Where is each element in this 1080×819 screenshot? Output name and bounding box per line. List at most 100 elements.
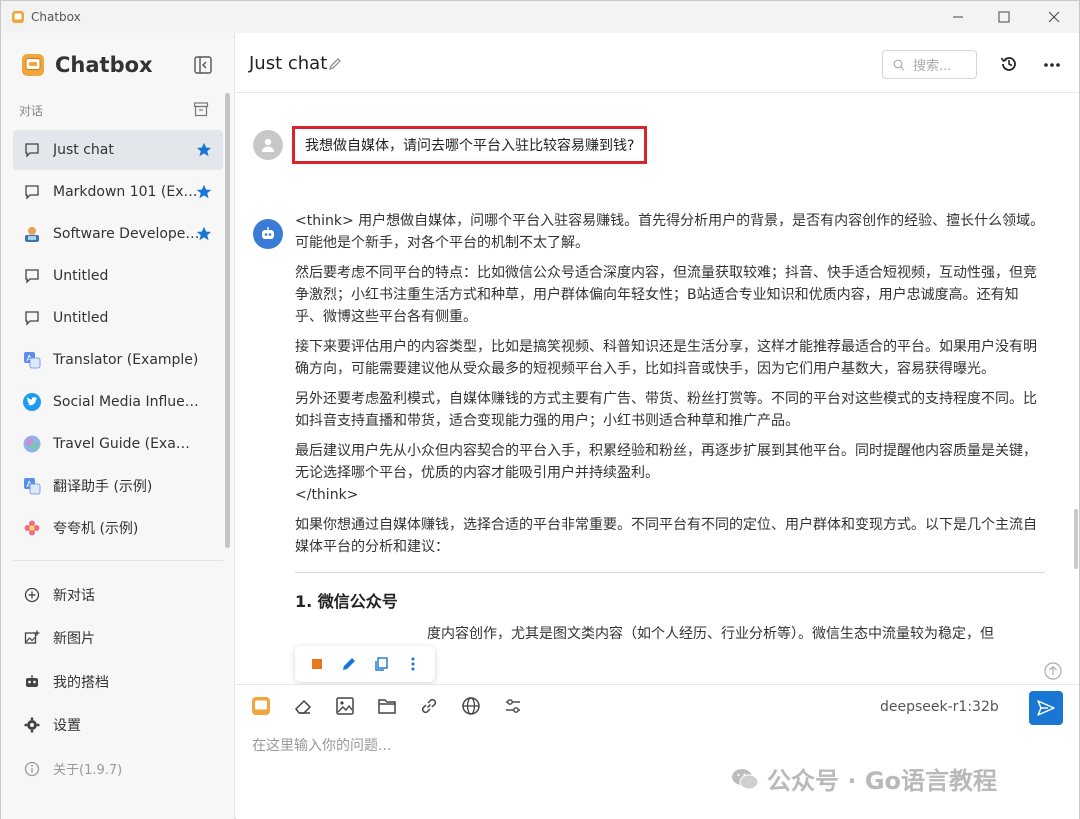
web-search-button[interactable] bbox=[460, 695, 482, 717]
divider bbox=[13, 560, 223, 561]
user-message: 我想做自媒体，请问去哪个平台入驻比较容易赚到钱? bbox=[292, 126, 648, 164]
user-avatar bbox=[253, 130, 283, 160]
app-window: Chatbox Chatbox 对话 Just chat Markdown 10… bbox=[0, 0, 1080, 819]
new-image-button[interactable]: 新图片 bbox=[13, 617, 223, 661]
link-button[interactable] bbox=[418, 695, 440, 717]
sidebar-scrollbar[interactable] bbox=[225, 93, 230, 548]
chat-header: Just chat 搜索... bbox=[236, 33, 1079, 93]
star-icon[interactable] bbox=[195, 141, 213, 159]
sidebar-item-markdown-101[interactable]: Markdown 101 (Example) bbox=[13, 172, 223, 212]
sidebar-item-software-developer[interactable]: Software Developer (Example) bbox=[13, 214, 223, 254]
window-title: Chatbox bbox=[31, 10, 81, 24]
maximize-icon bbox=[998, 11, 1010, 23]
sidebar-item-just-chat[interactable]: Just chat bbox=[13, 130, 223, 170]
assistant-paragraph: 度内容创作，尤其是图文类内容（如个人经历、行业分析等）。微信生态中流量较为稳定，… bbox=[427, 626, 994, 642]
sidebar-item-label: Travel Guide (Example) bbox=[53, 436, 203, 452]
about-label: 关于(1.9.7) bbox=[53, 763, 123, 779]
image-plus-icon bbox=[24, 630, 40, 644]
sidebar-actions: 新对话 新图片 我的搭档 设置 关于(1.9.7) bbox=[13, 573, 223, 791]
sidebar-item-label: Software Developer (Example) bbox=[53, 226, 203, 242]
assistant-paragraph: 最后建议用户先从小众但内容契合的平台入手，积累经验和粉丝，再逐步扩展到其他平台。… bbox=[295, 443, 1037, 481]
chat-bubble-icon bbox=[25, 143, 39, 158]
about-button[interactable]: 关于(1.9.7) bbox=[13, 747, 223, 791]
scroll-up-icon[interactable] bbox=[1044, 662, 1062, 680]
pencil-icon bbox=[343, 658, 355, 670]
partner-button[interactable] bbox=[250, 695, 272, 717]
search-input[interactable]: 搜索... bbox=[882, 50, 977, 79]
message-list: 我想做自媒体，请问去哪个平台入驻比较容易赚到钱? <think> 用户想做自媒体… bbox=[236, 94, 1079, 684]
robot-icon bbox=[26, 674, 38, 687]
section-label: 对话 bbox=[19, 104, 44, 118]
plus-circle-icon bbox=[24, 587, 40, 602]
chat-bubble-icon bbox=[25, 269, 39, 284]
settings-sliders-button[interactable] bbox=[502, 695, 524, 717]
globe-icon bbox=[462, 697, 480, 715]
image-button[interactable] bbox=[334, 695, 356, 717]
search-icon bbox=[893, 59, 905, 70]
sidebar-item-translation-assistant[interactable]: A 翻译助手 (示例) bbox=[13, 466, 223, 506]
chat-title: Just chat bbox=[249, 53, 328, 74]
archive-icon[interactable] bbox=[193, 101, 209, 117]
star-icon[interactable] bbox=[195, 225, 213, 243]
twitter-avatar-icon bbox=[23, 393, 41, 411]
my-partners-label: 我的搭档 bbox=[53, 674, 109, 691]
assistant-paragraph: 接下来要评估用户的内容类型，比如是搞笑视频、科普知识还是生活分享，这样才能推荐最… bbox=[295, 339, 1037, 377]
app-logo-icon bbox=[252, 697, 270, 715]
maximize-button[interactable] bbox=[981, 1, 1027, 33]
app-logo-icon bbox=[22, 54, 44, 76]
chat-bubble-icon bbox=[25, 185, 39, 200]
divider bbox=[295, 572, 1045, 573]
star-icon[interactable] bbox=[195, 183, 213, 201]
minimize-icon bbox=[953, 16, 963, 18]
message-input[interactable]: 在这里输入你的问题... bbox=[252, 735, 391, 755]
history-icon[interactable] bbox=[999, 54, 1019, 74]
watermark: 公众号 · Go语言教程 bbox=[731, 761, 997, 796]
more-options-icon[interactable] bbox=[1042, 55, 1062, 75]
folder-button[interactable] bbox=[376, 695, 398, 717]
copy-button[interactable] bbox=[372, 655, 390, 673]
sidebar-item-translator[interactable]: A Translator (Example) bbox=[13, 340, 223, 380]
translator-avatar-icon: A bbox=[24, 478, 41, 495]
send-button[interactable] bbox=[1029, 691, 1063, 725]
section-heading: 1. 微信公众号 bbox=[295, 592, 398, 611]
minimize-button[interactable] bbox=[935, 1, 981, 33]
assistant-message: <think> 用户想做自媒体，问哪个平台入驻容易赚钱。首先得分析用户的背景，是… bbox=[295, 210, 1045, 653]
my-partners-button[interactable]: 我的搭档 bbox=[13, 660, 223, 704]
collapse-sidebar-icon[interactable] bbox=[193, 55, 213, 75]
wechat-icon bbox=[732, 768, 759, 789]
sidebar-item-untitled[interactable]: Untitled bbox=[13, 298, 223, 338]
conversation-list: Just chat Markdown 101 (Example) Softwar… bbox=[13, 130, 223, 550]
folder-icon bbox=[378, 699, 396, 714]
user-icon bbox=[262, 138, 274, 152]
chat-bubble-icon bbox=[25, 311, 39, 326]
stop-button[interactable] bbox=[308, 655, 326, 673]
sidebar-item-label: Just chat bbox=[53, 142, 114, 158]
sliders-icon bbox=[506, 699, 520, 713]
sidebar: Chatbox 对话 Just chat Markdown 101 (Examp… bbox=[1, 33, 235, 819]
settings-label: 设置 bbox=[53, 718, 81, 735]
sidebar-item-label: Untitled bbox=[53, 310, 109, 326]
composer: deepseek-r1:32b 在这里输入你的问题... bbox=[236, 684, 1079, 819]
assistant-avatar bbox=[253, 219, 283, 249]
new-chat-button[interactable]: 新对话 bbox=[13, 573, 223, 617]
sidebar-item-label: 翻译助手 (示例) bbox=[53, 479, 153, 495]
brand: Chatbox bbox=[21, 53, 153, 77]
message-scrollbar[interactable] bbox=[1074, 509, 1078, 569]
sidebar-item-label: Untitled bbox=[53, 268, 109, 284]
sidebar-item-praise-bot[interactable]: 夸夸机 (示例) bbox=[13, 508, 223, 548]
gear-icon bbox=[24, 717, 40, 733]
close-button[interactable] bbox=[1031, 1, 1077, 33]
sidebar-item-untitled[interactable]: Untitled bbox=[13, 256, 223, 296]
sidebar-item-social-media[interactable]: Social Media Influencer (Example) bbox=[13, 382, 223, 422]
translator-avatar-icon: A bbox=[24, 352, 41, 369]
clear-button[interactable] bbox=[292, 695, 314, 717]
edit-pencil-icon[interactable] bbox=[328, 57, 342, 71]
sidebar-item-travel-guide[interactable]: Travel Guide (Example) bbox=[13, 424, 223, 464]
vertical-dots-icon bbox=[411, 657, 415, 671]
robot-icon bbox=[262, 227, 274, 239]
more-button[interactable] bbox=[404, 655, 422, 673]
edit-button[interactable] bbox=[340, 655, 358, 673]
developer-avatar-icon bbox=[25, 227, 39, 242]
model-selector[interactable]: deepseek-r1:32b bbox=[880, 699, 999, 715]
settings-button[interactable]: 设置 bbox=[13, 704, 223, 748]
